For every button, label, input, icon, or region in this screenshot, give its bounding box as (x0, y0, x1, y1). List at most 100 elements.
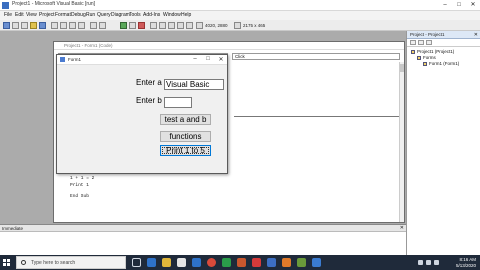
immediate-title: Immediate (2, 226, 24, 231)
project-explorer-title: Project - Project1 (410, 32, 445, 37)
code-window-title: Project1 - Form1 (Code) (54, 42, 404, 50)
menu-debug[interactable]: Debug (71, 12, 86, 18)
menu-window[interactable]: Window (163, 12, 181, 18)
file-explorer-icon[interactable] (162, 258, 171, 267)
search-placeholder: Type here to search (31, 260, 76, 266)
close-icon[interactable]: ✕ (466, 0, 480, 11)
tree-item-form1[interactable]: Form1 (Form1) (411, 61, 480, 67)
project-icon (411, 49, 415, 54)
folder-icon (417, 55, 421, 60)
word-icon[interactable] (267, 258, 276, 267)
view-object-icon[interactable] (418, 40, 424, 45)
form1-window: Form1 – □ ✕ Enter a Visual Basic Enter b… (56, 54, 228, 174)
form1-title-bar: Form1 – □ ✕ (57, 55, 227, 65)
project-explorer-header: Project - Project1 ✕ (407, 31, 480, 39)
project-tree: Project1 (Project1) Forms Form1 (Form1) (407, 47, 480, 67)
menu-edit[interactable]: Edit (15, 12, 24, 18)
immediate-window[interactable]: Immediate ✕ (0, 224, 406, 255)
cut-icon[interactable] (51, 22, 58, 29)
panel-close-icon[interactable]: ✕ (474, 31, 478, 39)
project-explorer-icon[interactable] (150, 22, 157, 29)
label-enter-b: Enter b (136, 96, 162, 105)
print-1-to-5-button[interactable]: Print 1 to 5 (160, 145, 211, 156)
form-close-icon[interactable]: ✕ (215, 56, 227, 63)
undo-icon[interactable] (90, 22, 97, 29)
find-icon[interactable] (78, 22, 85, 29)
ide-title: Project1 - Microsoft Visual Basic [run] (12, 1, 95, 7)
size-readout: 2175 x 465 (243, 23, 266, 28)
clock-time: 8:16 AM (459, 257, 476, 262)
menu-file[interactable]: File (4, 12, 12, 18)
project-explorer: Project - Project1 ✕ Project1 (Project1)… (406, 31, 480, 255)
task-view-icon[interactable] (132, 258, 141, 267)
redo-icon[interactable] (99, 22, 106, 29)
form-icon (60, 57, 65, 62)
search-icon (21, 260, 26, 265)
label-enter-a: Enter a (136, 78, 162, 87)
view-code-icon[interactable] (410, 40, 416, 45)
clock-date: 5/13/2020 (455, 262, 476, 268)
powerpoint-icon[interactable] (237, 258, 246, 267)
end-icon[interactable] (138, 22, 145, 29)
form-minimize-icon[interactable]: – (189, 56, 201, 62)
menu-project[interactable]: Project (39, 12, 55, 18)
add-form-icon[interactable] (12, 22, 19, 29)
menu-editor-icon[interactable] (21, 22, 28, 29)
menu-help[interactable]: Help (181, 12, 191, 18)
textbox-a[interactable]: Visual Basic (164, 79, 224, 90)
edge-icon[interactable] (147, 258, 156, 267)
code-line[interactable]: Print 1 (70, 183, 89, 188)
functions-button[interactable]: functions (160, 131, 211, 142)
form-layout-icon[interactable] (168, 22, 175, 29)
volume-icon[interactable] (426, 260, 431, 265)
start-icon[interactable] (120, 22, 127, 29)
properties-window-icon[interactable] (159, 22, 166, 29)
project-explorer-toolbar (407, 39, 480, 47)
chrome-icon[interactable] (207, 258, 216, 267)
break-icon[interactable] (129, 22, 136, 29)
code-scrollbar[interactable] (399, 62, 404, 222)
open-project-icon[interactable] (30, 22, 37, 29)
procedure-separator (234, 116, 400, 117)
app-icon[interactable] (297, 258, 306, 267)
vb-taskbar-icon[interactable] (312, 258, 321, 267)
menu-tools[interactable]: Tools (129, 12, 141, 18)
menu-run[interactable]: Run (86, 12, 95, 18)
immediate-header: Immediate ✕ (0, 225, 406, 232)
excel-icon[interactable] (222, 258, 231, 267)
menu-format[interactable]: Format (55, 12, 71, 18)
notification-icon[interactable] (434, 260, 439, 265)
clock[interactable]: 8:16 AM 5/13/2020 (456, 257, 476, 268)
immediate-close-icon[interactable]: ✕ (400, 225, 404, 232)
add-project-icon[interactable] (3, 22, 10, 29)
mail-icon[interactable] (192, 258, 201, 267)
menu-bar: File Edit View Project Format Debug Run … (0, 11, 480, 20)
menu-view[interactable]: View (26, 12, 37, 18)
form1-title: Form1 (68, 57, 82, 62)
media-player-icon[interactable] (252, 258, 261, 267)
photos-icon[interactable] (282, 258, 291, 267)
form-maximize-icon[interactable]: □ (202, 56, 214, 62)
object-browser-icon[interactable] (177, 22, 184, 29)
test-a-and-b-button[interactable]: test a and b (160, 114, 211, 125)
procedure-combo[interactable]: Click (232, 53, 400, 60)
windows-start-icon[interactable] (3, 259, 10, 266)
paste-icon[interactable] (69, 22, 76, 29)
minimize-icon[interactable]: – (438, 0, 452, 11)
code-line[interactable]: 1 + 1 = 2 (70, 176, 94, 181)
toggle-folders-icon[interactable] (426, 40, 432, 45)
taskbar-search-box[interactable]: Type here to search (16, 256, 126, 269)
copy-icon[interactable] (60, 22, 67, 29)
textbox-b[interactable] (164, 97, 192, 108)
maximize-icon[interactable]: □ (452, 0, 466, 11)
network-icon[interactable] (418, 260, 423, 265)
toolbox-icon[interactable] (186, 22, 193, 29)
store-icon[interactable] (177, 258, 186, 267)
save-project-icon[interactable] (39, 22, 46, 29)
scrollbar-thumb[interactable] (400, 64, 404, 72)
code-line[interactable]: End Sub (70, 194, 89, 199)
menu-query[interactable]: Query (97, 12, 111, 18)
menu-diagram[interactable]: Diagram (111, 12, 130, 18)
menu-add-ins[interactable]: Add-Ins (143, 12, 160, 18)
size-indicator-icon (234, 22, 241, 29)
